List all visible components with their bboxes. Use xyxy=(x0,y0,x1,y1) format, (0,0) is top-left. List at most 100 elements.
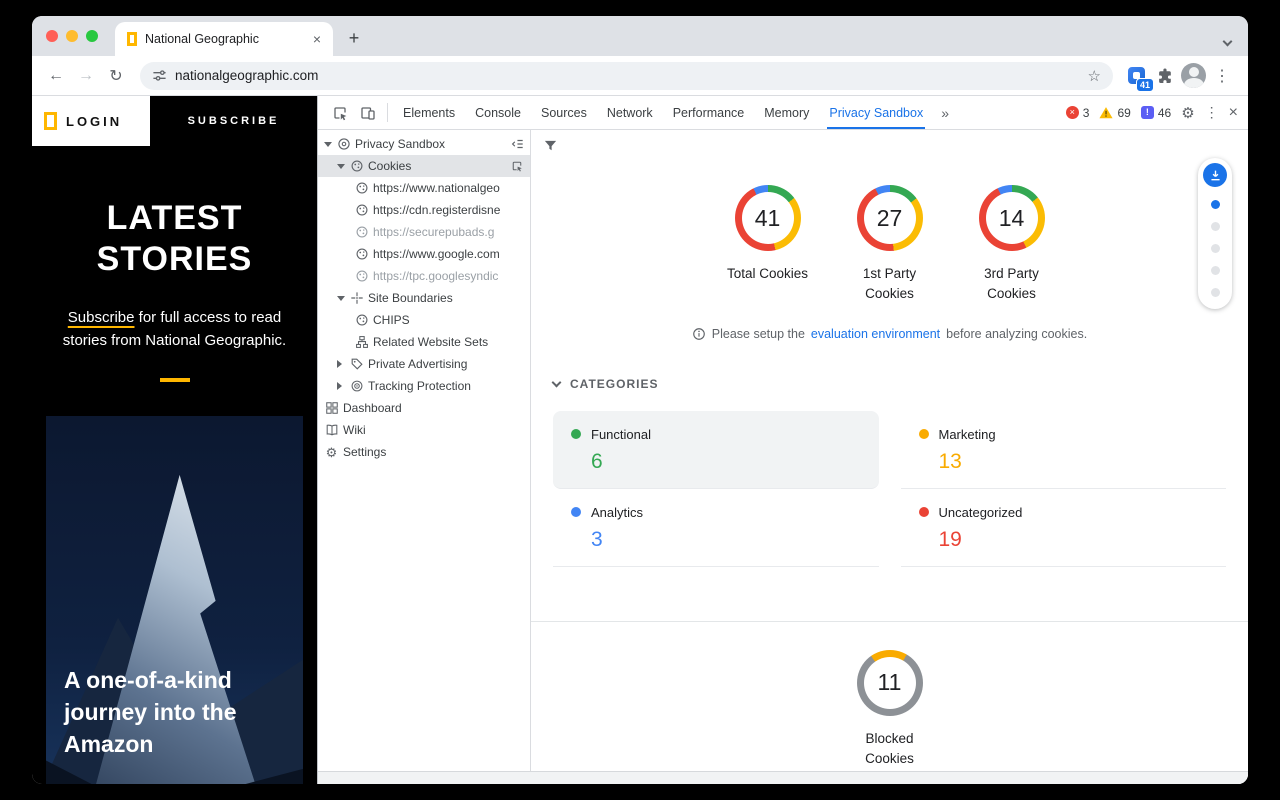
natgeo-brand[interactable]: LOGIN xyxy=(32,96,150,146)
back-button[interactable]: ← xyxy=(42,62,70,90)
tree-label: Privacy Sandbox xyxy=(355,137,504,151)
tab-performance[interactable]: Performance xyxy=(663,96,755,129)
cookie-icon xyxy=(354,247,369,262)
tab-sources[interactable]: Sources xyxy=(531,96,597,129)
browser-window: National Geographic × + ← → ↻ nationalge… xyxy=(32,16,1248,784)
inspect-element-icon[interactable] xyxy=(326,96,354,129)
category-value: 19 xyxy=(939,528,1209,552)
profile-avatar[interactable] xyxy=(1181,63,1206,88)
chevron-right-icon[interactable] xyxy=(337,382,342,390)
error-icon: × xyxy=(1066,106,1079,119)
tree-item-url-googlesyndication[interactable]: https://tpc.googlesyndic xyxy=(318,265,530,287)
issues-icon: ! xyxy=(1141,106,1154,119)
warning-count-badge[interactable]: 69 xyxy=(1099,106,1130,120)
tree-label: Related Website Sets xyxy=(373,335,526,349)
tree-item-related-website-sets[interactable]: Related Website Sets xyxy=(318,331,530,353)
issue-count-badge[interactable]: ! 46 xyxy=(1141,106,1171,120)
natgeo-body: LATEST STORIES Subscribe for full access… xyxy=(32,146,317,784)
cookie-icon xyxy=(349,159,364,174)
tab-strip: National Geographic × + xyxy=(32,16,1248,56)
devtools-settings-gear-icon[interactable]: ⚙ xyxy=(1181,104,1194,122)
extension-icon[interactable]: 41 xyxy=(1123,63,1149,89)
devtools-menu-kebab-icon[interactable]: ⋮ xyxy=(1205,104,1219,121)
tree-item-url-google[interactable]: https://www.google.com xyxy=(318,243,530,265)
tree-item-url-securepubads[interactable]: https://securepubads.g xyxy=(318,221,530,243)
tree-item-chips[interactable]: CHIPS xyxy=(318,309,530,331)
tab-elements[interactable]: Elements xyxy=(393,96,465,129)
gear-icon: ⚙ xyxy=(324,445,339,460)
chevron-right-icon[interactable] xyxy=(337,360,342,368)
category-value: 3 xyxy=(591,528,861,552)
tree-item-dashboard[interactable]: Dashboard xyxy=(318,397,530,419)
rail-dot[interactable] xyxy=(1211,244,1220,253)
book-icon xyxy=(324,423,339,438)
new-tab-button[interactable]: + xyxy=(341,25,367,51)
tab-search-chevron-icon[interactable] xyxy=(1224,32,1234,42)
tab-title: National Geographic xyxy=(145,32,301,46)
tree-item-url-nationalgeographic[interactable]: https://www.nationalgeo xyxy=(318,177,530,199)
marketing-dot-icon xyxy=(919,429,929,439)
tab-network[interactable]: Network xyxy=(597,96,663,129)
info-icon xyxy=(692,327,706,341)
tree-label: Tracking Protection xyxy=(368,379,526,393)
category-value: 13 xyxy=(939,450,1209,474)
horizontal-scrollbar[interactable] xyxy=(318,771,1248,784)
collapse-sidebar-icon[interactable] xyxy=(508,137,526,151)
site-settings-icon[interactable] xyxy=(152,68,167,83)
tree-item-url-registerdisney[interactable]: https://cdn.registerdisne xyxy=(318,199,530,221)
chevron-down-icon[interactable] xyxy=(337,164,345,169)
subscribe-button[interactable]: SUBSCRIBE xyxy=(150,96,317,146)
devtools-close-icon[interactable]: × xyxy=(1229,104,1238,122)
close-window-button[interactable] xyxy=(46,30,58,42)
donut-label: 1st Party Cookies xyxy=(849,264,931,305)
donut-value: 11 xyxy=(878,669,902,696)
issue-count: 46 xyxy=(1158,106,1171,120)
category-card-marketing[interactable]: Marketing 13 xyxy=(901,411,1227,489)
tree-item-settings[interactable]: ⚙ Settings xyxy=(318,441,530,463)
login-button[interactable]: LOGIN xyxy=(66,114,122,129)
more-tabs-icon[interactable]: » xyxy=(933,96,957,129)
tree-label: Cookies xyxy=(368,159,504,173)
donut-label: 3rd Party Cookies xyxy=(971,264,1053,305)
address-bar[interactable]: nationalgeographic.com ☆ xyxy=(140,62,1113,90)
tree-label: https://www.google.com xyxy=(373,247,526,261)
forward-button[interactable]: → xyxy=(72,62,100,90)
inspect-icon[interactable] xyxy=(508,160,526,172)
error-count-badge[interactable]: × 3 xyxy=(1066,106,1090,120)
tree-item-cookies[interactable]: Cookies xyxy=(318,155,530,177)
tab-console[interactable]: Console xyxy=(465,96,531,129)
bookmark-star-icon[interactable]: ☆ xyxy=(1088,67,1101,85)
rail-dot[interactable] xyxy=(1211,200,1220,209)
category-label: Functional xyxy=(591,427,651,442)
chevron-down-icon[interactable] xyxy=(324,142,332,147)
categories-section-header[interactable]: CATEGORIES xyxy=(553,377,1248,391)
minimize-window-button[interactable] xyxy=(66,30,78,42)
category-label: Marketing xyxy=(939,427,996,442)
browser-menu-kebab-icon[interactable]: ⋮ xyxy=(1208,62,1236,90)
device-toolbar-icon[interactable] xyxy=(354,96,382,129)
tree-item-tracking-protection[interactable]: Tracking Protection xyxy=(318,375,530,397)
tree-item-wiki[interactable]: Wiki xyxy=(318,419,530,441)
rail-dot[interactable] xyxy=(1211,266,1220,275)
donut-value: 14 xyxy=(999,205,1025,232)
rail-dot[interactable] xyxy=(1211,288,1220,297)
subscribe-link[interactable]: Subscribe xyxy=(68,309,135,326)
evaluation-environment-link[interactable]: evaluation environment xyxy=(811,327,940,341)
category-card-analytics[interactable]: Analytics 3 xyxy=(553,489,879,567)
download-button[interactable] xyxy=(1203,163,1227,187)
category-card-functional[interactable]: Functional 6 xyxy=(553,411,879,489)
chevron-down-icon[interactable] xyxy=(337,296,345,301)
donut-first-party-cookies: 27 1st Party Cookies xyxy=(845,185,935,305)
category-card-uncategorized[interactable]: Uncategorized 19 xyxy=(901,489,1227,567)
tab-privacy-sandbox[interactable]: Privacy Sandbox xyxy=(819,96,933,129)
tab-memory[interactable]: Memory xyxy=(754,96,819,129)
tree-item-private-advertising[interactable]: Private Advertising xyxy=(318,353,530,375)
browser-tab[interactable]: National Geographic × xyxy=(115,22,333,56)
zoom-window-button[interactable] xyxy=(86,30,98,42)
extensions-puzzle-icon[interactable] xyxy=(1151,62,1179,90)
tab-close-icon[interactable]: × xyxy=(309,31,325,47)
tree-item-site-boundaries[interactable]: Site Boundaries xyxy=(318,287,530,309)
tree-item-privacy-sandbox[interactable]: Privacy Sandbox xyxy=(318,133,530,155)
reload-button[interactable]: ↻ xyxy=(102,62,130,90)
rail-dot[interactable] xyxy=(1211,222,1220,231)
